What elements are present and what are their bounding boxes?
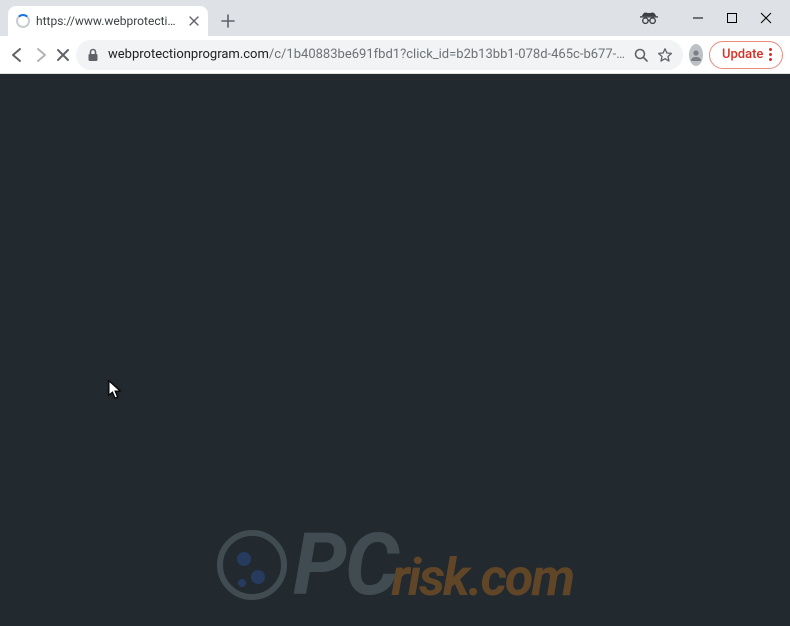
- close-window-icon[interactable]: [760, 12, 772, 24]
- mouse-cursor-icon: [108, 380, 122, 400]
- search-icon[interactable]: [633, 47, 649, 63]
- page-viewport: PC risk.com: [0, 74, 790, 626]
- url-path: /c/1b40883be691fbd1?click_id=b2b13bb1-07…: [269, 47, 625, 62]
- forward-button[interactable]: [32, 41, 50, 69]
- watermark-pc: PC: [293, 522, 397, 608]
- watermark: PC risk.com: [0, 522, 790, 608]
- back-button[interactable]: [8, 41, 26, 69]
- url-host: webprotectionprogram.com: [108, 47, 269, 62]
- update-button[interactable]: Update: [709, 41, 783, 69]
- toolbar: webprotectionprogram.com/c/1b40883be691f…: [0, 36, 790, 74]
- maximize-icon[interactable]: [726, 12, 738, 24]
- tab-close-icon[interactable]: [188, 14, 200, 28]
- lock-icon: [86, 48, 100, 62]
- update-label: Update: [722, 47, 763, 62]
- stop-reload-button[interactable]: [56, 41, 70, 69]
- tab-strip: https://www.webprotectionprogr: [0, 0, 242, 36]
- browser-window: https://www.webprotectionprogr: [0, 0, 790, 626]
- tab-title: https://www.webprotectionprogr: [36, 14, 182, 28]
- new-tab-button[interactable]: [214, 7, 242, 35]
- account-avatar-icon[interactable]: [689, 44, 703, 66]
- minimize-icon[interactable]: [692, 12, 704, 24]
- watermark-logo-icon: [217, 530, 287, 600]
- menu-dots-icon: [769, 48, 772, 61]
- incognito-icon: [640, 9, 658, 27]
- titlebar: https://www.webprotectionprogr: [0, 0, 790, 36]
- bookmark-star-icon[interactable]: [657, 47, 673, 63]
- address-bar[interactable]: webprotectionprogram.com/c/1b40883be691f…: [76, 40, 683, 70]
- watermark-risk: risk.com: [391, 552, 573, 604]
- tab-active[interactable]: https://www.webprotectionprogr: [8, 6, 208, 36]
- loading-spinner-icon: [16, 14, 30, 28]
- url-text: webprotectionprogram.com/c/1b40883be691f…: [108, 47, 625, 62]
- window-controls: [640, 0, 790, 36]
